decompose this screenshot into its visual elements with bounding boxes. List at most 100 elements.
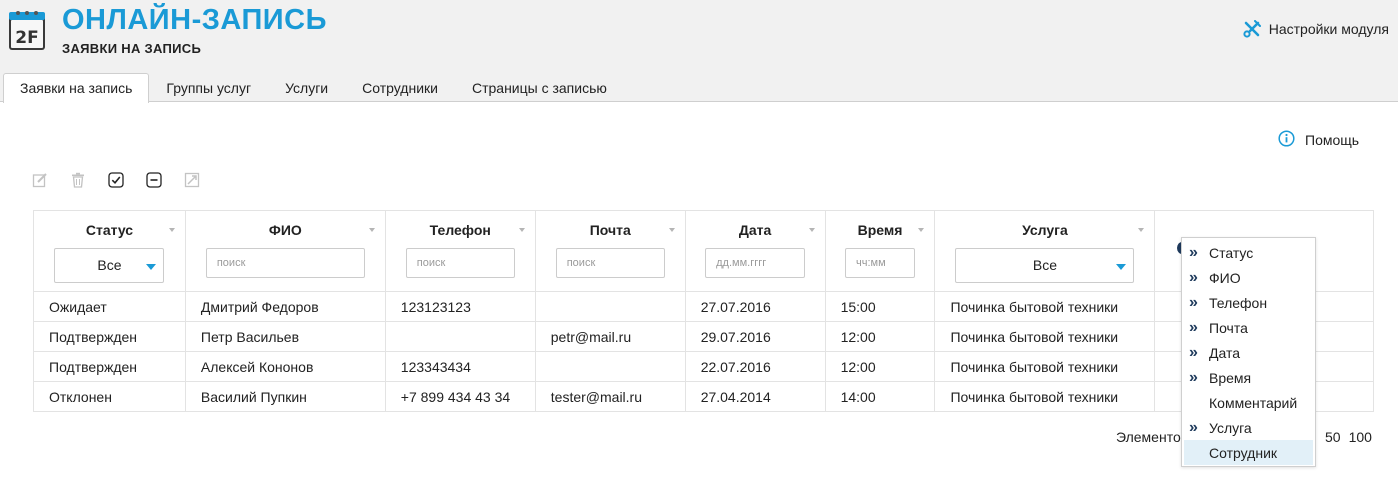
column-label: Дата: [738, 222, 772, 238]
calendar-icon-text: 2F: [15, 28, 38, 48]
page-size-option-50[interactable]: 50: [1325, 429, 1341, 445]
info-icon: [1278, 130, 1295, 150]
tab-bar: Заявки на запись Группы услуг Услуги Сот…: [3, 73, 624, 103]
sort-arrow-icon[interactable]: [668, 228, 675, 232]
uncheck-all-icon[interactable]: [146, 172, 162, 188]
tab-services[interactable]: Услуги: [268, 73, 345, 102]
chevron-down-icon: [1116, 264, 1127, 270]
double-chevron-icon: »: [1189, 418, 1198, 436]
column-menu-item-time[interactable]: » Время: [1182, 365, 1315, 390]
cell-time: 14:00: [824, 381, 936, 412]
double-chevron-icon: »: [1189, 368, 1198, 386]
cell-email: [534, 291, 686, 322]
cell-status: Подтвержден: [33, 321, 186, 352]
table-row[interactable]: Ожидает Дмитрий Федоров 123123123 27.07.…: [33, 291, 1374, 322]
menu-item-label: Телефон: [1209, 294, 1268, 311]
cell-email: tester@mail.ru: [534, 381, 686, 412]
table-row[interactable]: Подтвержден Алексей Кононов 123343434 22…: [33, 351, 1374, 382]
column-header-status[interactable]: Статус Все: [33, 210, 186, 292]
cell-date: 29.07.2016: [684, 321, 826, 352]
check-all-icon[interactable]: [108, 172, 124, 188]
phone-search-input[interactable]: поиск: [405, 248, 515, 278]
page-subtitle: ЗАЯВКИ НА ЗАПИСЬ: [62, 41, 202, 56]
cell-phone: [384, 321, 536, 352]
menu-item-label: Комментарий: [1209, 394, 1298, 411]
column-menu-item-date[interactable]: » Дата: [1182, 340, 1315, 365]
pager-label: Элементов: [1116, 429, 1189, 445]
chevron-down-icon: [146, 264, 157, 270]
time-filter-input[interactable]: чч:мм: [845, 248, 916, 278]
tab-service-groups[interactable]: Группы услуг: [149, 73, 268, 102]
table-row[interactable]: Подтвержден Петр Васильев petr@mail.ru 2…: [33, 321, 1374, 352]
column-header-time[interactable]: Время чч:мм: [824, 210, 936, 292]
select-value: Все: [1032, 257, 1057, 273]
menu-item-label: ФИО: [1209, 269, 1241, 286]
sort-arrow-icon[interactable]: [368, 228, 375, 232]
cell-email: [534, 351, 686, 382]
sort-arrow-icon[interactable]: [808, 228, 815, 232]
menu-item-label: Статус: [1209, 244, 1254, 261]
calendar-app-icon: 2F: [8, 8, 48, 52]
email-search-input[interactable]: поиск: [555, 248, 665, 278]
cell-email: petr@mail.ru: [534, 321, 686, 352]
table-toolbar: [32, 172, 200, 188]
menu-item-label: Услуга: [1209, 419, 1252, 436]
select-value: Все: [97, 257, 122, 273]
double-chevron-icon: »: [1189, 318, 1198, 336]
requests-table: Статус Все ФИО поиск Телефон поиск Почта: [33, 210, 1374, 412]
column-header-date[interactable]: Дата дд.мм.гггг: [684, 210, 826, 292]
column-header-phone[interactable]: Телефон поиск: [384, 210, 536, 292]
tab-employees[interactable]: Сотрудники: [345, 73, 455, 102]
help-link[interactable]: Помощь: [1278, 130, 1359, 150]
column-menu-item-service[interactable]: » Услуга: [1182, 415, 1315, 440]
column-header-name[interactable]: ФИО поиск: [184, 210, 386, 292]
cell-status: Отклонен: [33, 381, 186, 412]
delete-icon[interactable]: [70, 172, 86, 188]
cell-phone: 123123123: [384, 291, 536, 322]
status-filter-select[interactable]: Все: [54, 248, 165, 283]
cell-service: Починка бытовой техники: [934, 321, 1156, 352]
cell-date: 27.04.2014: [684, 381, 826, 412]
cell-service: Починка бытовой техники: [934, 351, 1156, 382]
menu-item-label: Почта: [1209, 319, 1248, 336]
sort-arrow-icon[interactable]: [918, 228, 925, 232]
sort-arrow-icon[interactable]: [518, 228, 525, 232]
cell-service: Починка бытовой техники: [934, 291, 1156, 322]
double-chevron-icon: »: [1189, 268, 1198, 286]
column-label: Почта: [589, 222, 631, 238]
column-menu-item-phone[interactable]: » Телефон: [1182, 290, 1315, 315]
column-menu-item-name[interactable]: » ФИО: [1182, 265, 1315, 290]
cell-status: Подтвержден: [33, 351, 186, 382]
service-filter-select[interactable]: Все: [955, 248, 1135, 283]
cell-name: Дмитрий Федоров: [184, 291, 386, 322]
cell-date: 22.07.2016: [684, 351, 826, 382]
column-menu-item-comment[interactable]: Комментарий: [1182, 390, 1315, 415]
table-header-row: Статус Все ФИО поиск Телефон поиск Почта: [33, 210, 1374, 292]
column-header-email[interactable]: Почта поиск: [534, 210, 686, 292]
sort-arrow-icon[interactable]: [1138, 228, 1145, 232]
menu-item-label: Сотрудник: [1209, 444, 1278, 461]
tab-requests[interactable]: Заявки на запись: [3, 73, 150, 103]
cell-time: 15:00: [824, 291, 936, 322]
export-icon[interactable]: [184, 172, 200, 188]
column-menu-item-email[interactable]: » Почта: [1182, 315, 1315, 340]
cell-name: Алексей Кононов: [184, 351, 386, 382]
column-label: Телефон: [429, 222, 491, 238]
sort-arrow-icon[interactable]: [168, 228, 175, 232]
menu-item-label: Дата: [1209, 344, 1241, 361]
column-header-service[interactable]: Услуга Все: [934, 210, 1156, 292]
cell-time: 12:00: [824, 351, 936, 382]
pager: Элементов 50 100: [1116, 429, 1372, 445]
module-settings-link[interactable]: Настройки модуля: [1243, 20, 1389, 38]
column-menu-item-status[interactable]: » Статус: [1182, 240, 1315, 265]
column-menu-item-employee[interactable]: Сотрудник: [1184, 440, 1313, 465]
date-filter-input[interactable]: дд.мм.гггг: [705, 248, 806, 278]
page-size-option-100[interactable]: 100: [1349, 429, 1372, 445]
name-search-input[interactable]: поиск: [205, 248, 365, 278]
edit-icon[interactable]: [32, 172, 48, 188]
menu-item-label: Время: [1209, 369, 1252, 386]
app-title: ОНЛАЙН-ЗАПИСЬ: [62, 4, 327, 36]
table-row[interactable]: Отклонен Василий Пупкин +7 899 434 43 34…: [33, 381, 1374, 412]
tab-booking-pages[interactable]: Страницы с записью: [455, 73, 624, 102]
cell-date: 27.07.2016: [684, 291, 826, 322]
